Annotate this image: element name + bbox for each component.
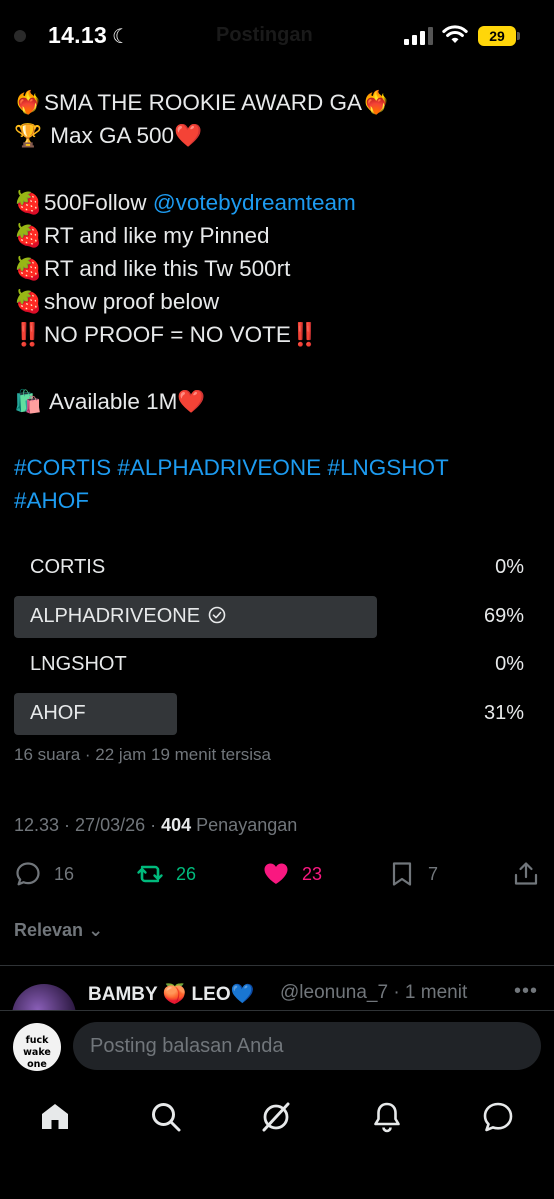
poll-option-label: CORTIS: [30, 556, 106, 578]
repost-button[interactable]: 26: [136, 859, 196, 889]
repost-icon: [137, 865, 163, 883]
view-count[interactable]: 404: [161, 815, 191, 835]
nav-home[interactable]: [38, 1100, 72, 1134]
poll-option-percent: 69%: [483, 604, 524, 627]
strawberry-emoji-icon: 🍓: [14, 189, 43, 216]
status-bar: 14.13 ☾ Postingan 29: [0, 0, 554, 72]
chat-icon: [483, 1102, 513, 1132]
cellular-signal-icon: [404, 27, 434, 45]
red-heart-emoji-icon: ❤️: [174, 123, 203, 150]
home-icon: [42, 1104, 68, 1129]
double-exclamation-emoji-icon: ‼️: [290, 322, 319, 349]
focus-moon-icon: ☾: [112, 26, 130, 48]
reply-author-handle: @leonuna_7 · 1 menit: [280, 982, 468, 1003]
tweet-text: ❤‍🔥SMA THE ROOKIE AWARD GA❤‍🔥 🏆 Max GA 5…: [14, 86, 544, 517]
poll: CORTIS 0% ALPHADRIVEONE 69% LNGSHOT 0% A…: [14, 547, 540, 741]
mention-link[interactable]: @votebydreamteam: [153, 190, 356, 215]
avatar: fuck wake one: [13, 1023, 61, 1071]
hashtags[interactable]: #AHOF: [14, 484, 544, 517]
reply-sort-dropdown[interactable]: Relevan ⌄: [14, 920, 103, 941]
heart-fire-emoji-icon: ❤‍🔥: [361, 90, 390, 116]
like-count: 23: [302, 863, 323, 884]
wifi-icon: [442, 25, 468, 43]
reply-composer: fuck wake one Posting balasan Anda: [0, 1010, 554, 1080]
page-title: Postingan: [216, 24, 313, 46]
poll-option-label: AHOF: [30, 701, 86, 724]
heart-icon: [264, 863, 288, 884]
reply-count: 16: [54, 863, 75, 884]
poll-meta: 16 suara · 22 jam 19 menit tersisa: [14, 745, 272, 764]
trophy-emoji-icon: 🏆: [14, 123, 43, 150]
avatar[interactable]: [12, 984, 76, 1010]
poll-option-percent: 0%: [495, 556, 524, 578]
double-exclamation-emoji-icon: ‼️: [14, 322, 43, 349]
tweet-line: 🍓RT and like this Tw 500rt: [14, 252, 544, 285]
poll-option-alphadriveone[interactable]: ALPHADRIVEONE 69%: [14, 595, 540, 638]
strawberry-emoji-icon: 🍓: [14, 222, 43, 249]
nav-messages[interactable]: [481, 1100, 515, 1134]
red-heart-emoji-icon: ❤️: [177, 388, 206, 415]
tweet-line: 🍓RT and like my Pinned: [14, 219, 544, 252]
search-icon: [152, 1103, 181, 1132]
tweet-line: 🏆 Max GA 500❤️: [14, 119, 544, 152]
strawberry-emoji-icon: 🍓: [14, 289, 43, 316]
poll-option-percent: 0%: [495, 653, 524, 675]
tweet-line: ❤‍🔥SMA THE ROOKIE AWARD GA❤‍🔥: [14, 86, 544, 119]
reply-icon: [16, 862, 40, 886]
chevron-down-icon: ⌄: [88, 920, 104, 940]
tweet-line: 🍓500Follow @votebydreamteam: [14, 186, 544, 219]
repost-count: 26: [176, 863, 197, 884]
shopping-bags-emoji-icon: 🛍️: [14, 388, 43, 415]
tweet-line: 🛍️ Available 1M❤️: [14, 385, 544, 418]
reply-input[interactable]: Posting balasan Anda: [73, 1022, 541, 1070]
reply-author-name[interactable]: BAMBY 🍑 LEO💙: [88, 982, 254, 1006]
more-options-icon[interactable]: •••: [514, 980, 538, 1003]
action-bar: 16 26 23 7: [0, 855, 554, 893]
tweet-line: 🍓show proof below: [14, 285, 544, 318]
hashtags[interactable]: #CORTIS #ALPHADRIVEONE #LNGSHOT: [14, 451, 544, 484]
share-icon: [514, 862, 538, 885]
bookmark-count: 7: [428, 863, 439, 884]
battery-indicator: 29: [478, 26, 520, 46]
grok-icon: [262, 1102, 290, 1132]
nav-grok[interactable]: [259, 1100, 293, 1134]
poll-option-label: LNGSHOT: [30, 653, 127, 675]
poll-option-lngshot[interactable]: LNGSHOT 0%: [14, 644, 540, 686]
bookmark-icon: [392, 862, 412, 886]
nav-notifications[interactable]: [370, 1100, 404, 1134]
poll-option-cortis[interactable]: CORTIS 0%: [14, 547, 540, 589]
reply-button[interactable]: 16: [14, 859, 74, 889]
bottom-navigation: [0, 1080, 554, 1199]
poll-option-ahof[interactable]: AHOF 31%: [14, 692, 540, 735]
tweet-timestamp: 12.33 · 27/03/26 · 404 Penayangan: [14, 815, 298, 835]
poll-option-percent: 31%: [483, 701, 524, 724]
clock: 14.13: [48, 22, 108, 48]
camera-indicator: [14, 30, 26, 42]
heart-fire-emoji-icon: ❤‍🔥: [14, 90, 43, 116]
reply-item[interactable]: BAMBY 🍑 LEO💙 @leonuna_7 · 1 menit •••: [0, 966, 554, 1010]
like-button[interactable]: 23: [262, 859, 322, 889]
bookmark-button[interactable]: 7: [388, 859, 438, 889]
strawberry-emoji-icon: 🍓: [14, 255, 43, 282]
selected-check-icon: [208, 606, 226, 623]
nav-search[interactable]: [149, 1100, 183, 1134]
tweet-line: ‼️NO PROOF = NO VOTE‼️: [14, 318, 544, 351]
share-button[interactable]: [512, 859, 540, 889]
poll-option-label: ALPHADRIVEONE: [30, 604, 201, 627]
bell-icon: [374, 1102, 400, 1133]
